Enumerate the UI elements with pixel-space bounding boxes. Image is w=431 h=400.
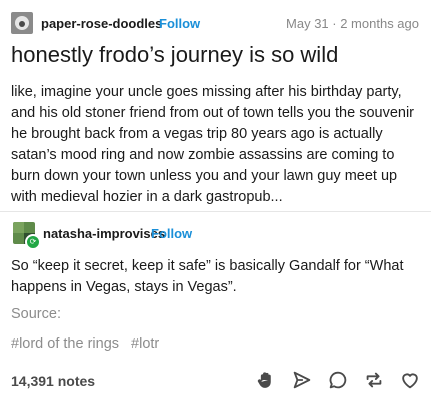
reply-icon[interactable] (327, 369, 349, 391)
reblog-body: So “keep it secret, keep it safe” is bas… (11, 258, 404, 295)
reblog-username[interactable]: natasha-improvises (43, 226, 165, 241)
post-date[interactable]: May 31 · 2 months ago (286, 16, 419, 31)
reblog-header: ⟳ natasha-improvises Follow (11, 222, 419, 250)
tag-lord-of-the-rings[interactable]: #lord of the rings (11, 336, 119, 352)
post-header: paper-rose-doodles Follow May 31 · 2 mon… (11, 12, 419, 36)
post-actions (255, 366, 421, 394)
post-body: like, imagine your uncle goes missing af… (11, 84, 414, 205)
follow-button-reblogger[interactable]: Follow (151, 226, 192, 241)
avatar-shape (13, 222, 24, 233)
post-card: paper-rose-doodles Follow May 31 · 2 mon… (0, 0, 431, 400)
post-title: honestly frodo’s journey is so wild (11, 42, 339, 67)
divider (0, 211, 431, 212)
tag-list: #lord of the rings #lotr (11, 336, 167, 352)
share-icon[interactable] (291, 369, 313, 391)
follow-button[interactable]: Follow (159, 16, 200, 31)
notes-count[interactable]: 14,391 notes (11, 373, 95, 389)
avatar[interactable] (11, 12, 33, 34)
source-label: Source: (11, 306, 61, 322)
like-icon[interactable] (399, 369, 421, 391)
op-username[interactable]: paper-rose-doodles (41, 16, 162, 31)
avatar-shape-dot (19, 21, 25, 27)
reblog-badge-icon: ⟳ (25, 234, 41, 250)
reblog-icon[interactable] (363, 369, 385, 391)
hand-icon[interactable] (255, 369, 277, 391)
tag-lotr[interactable]: #lotr (131, 336, 159, 352)
